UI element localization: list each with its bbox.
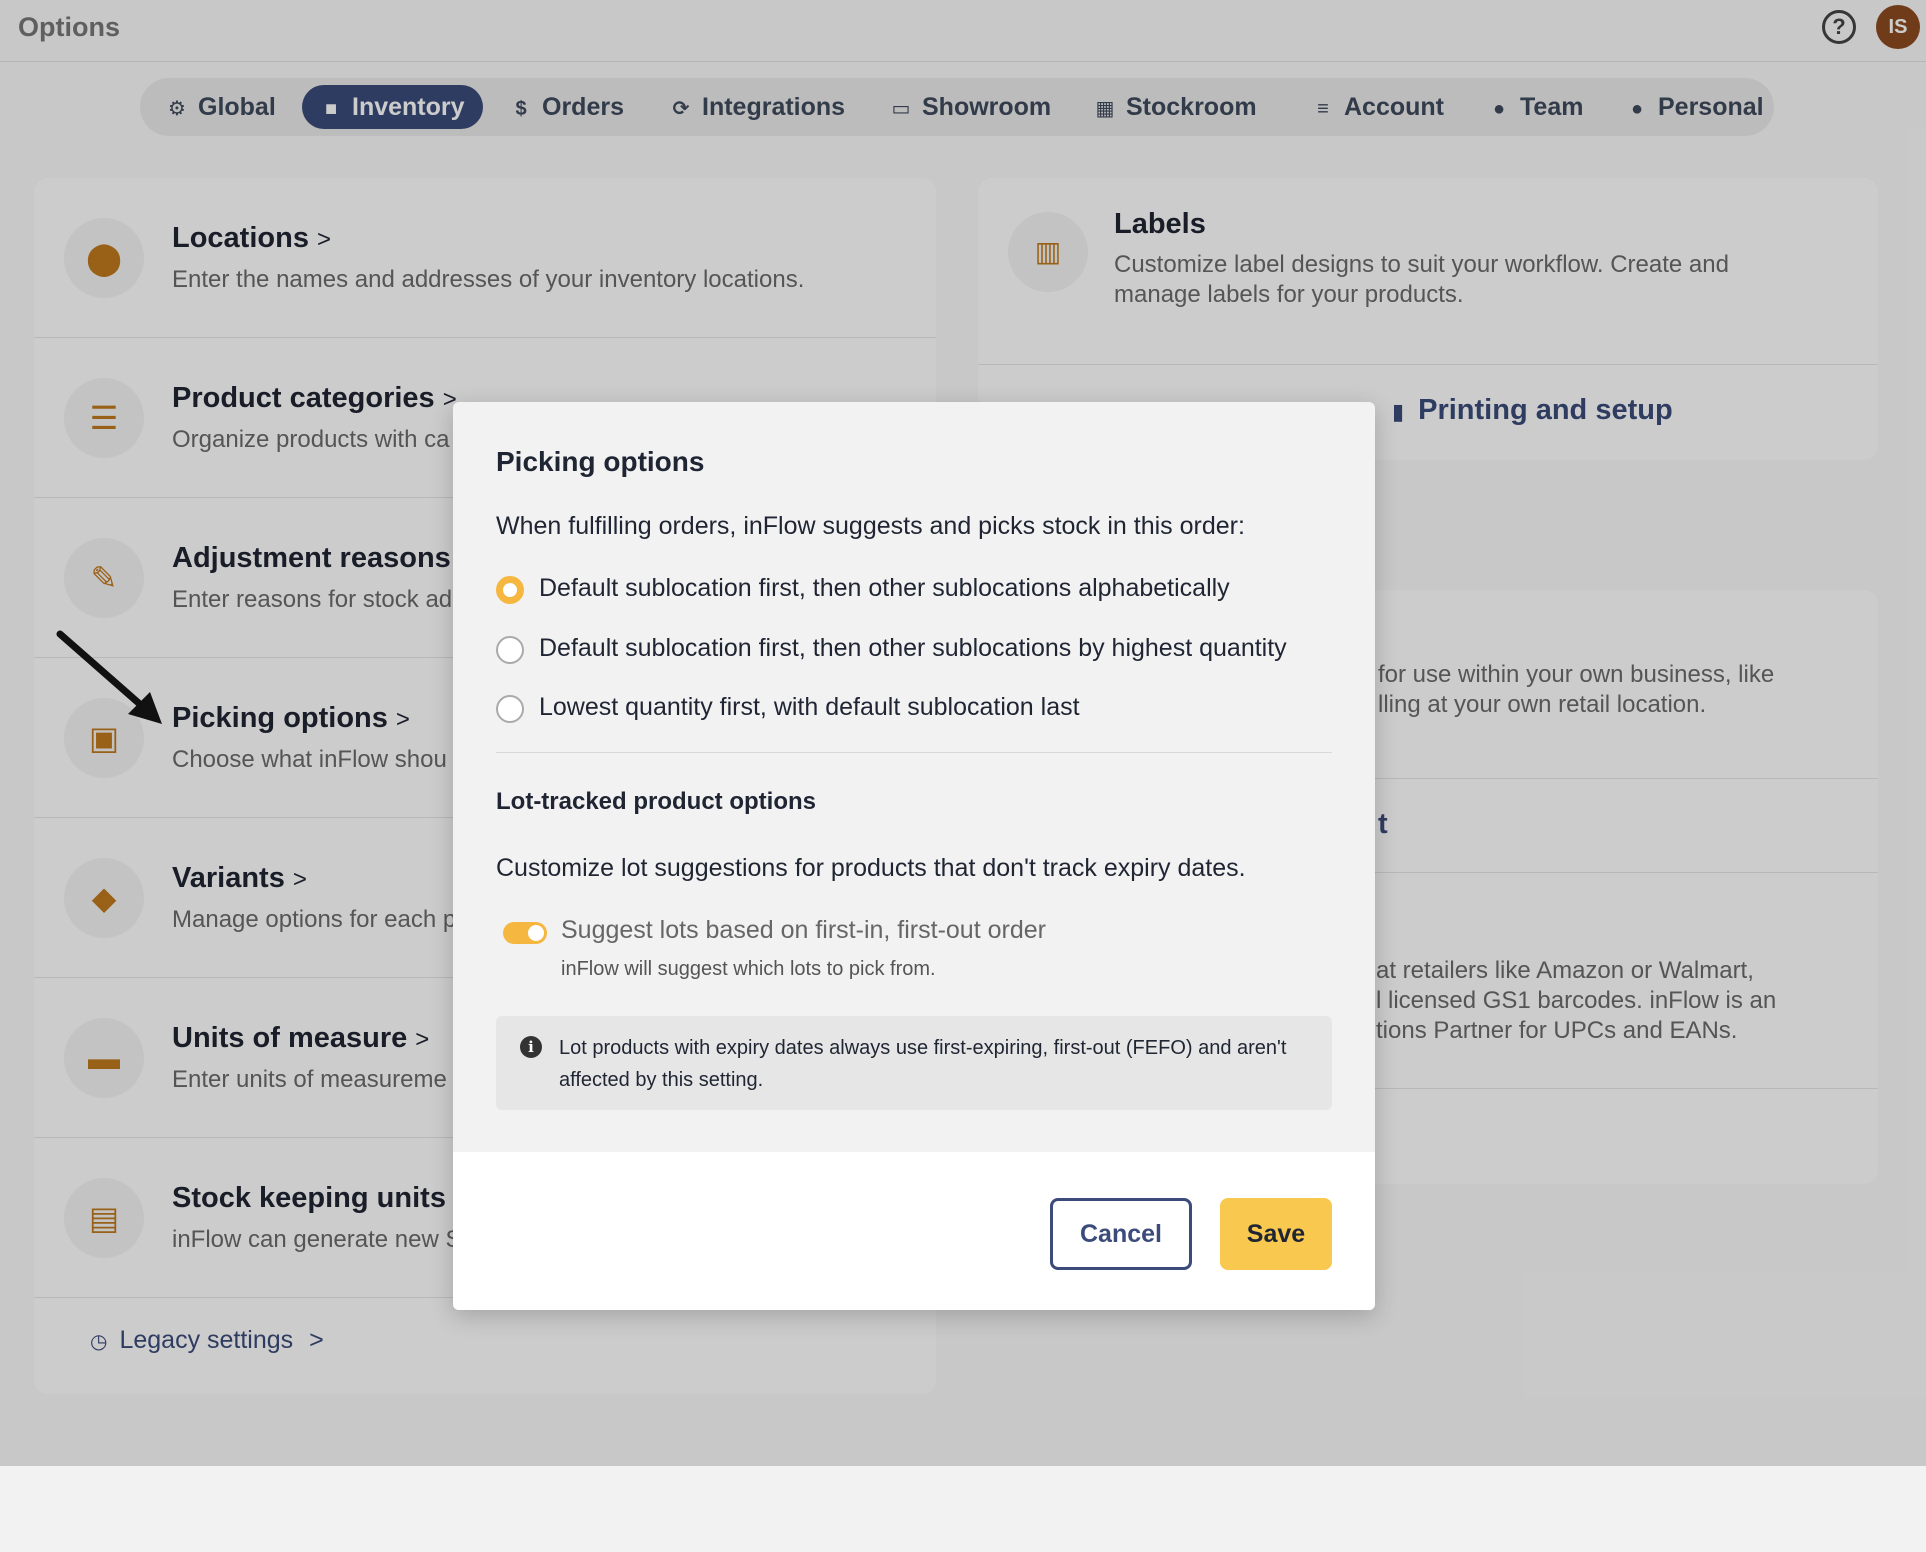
lot-options-desc: Customize lot suggestions for products t… xyxy=(496,854,1246,882)
info-icon: i xyxy=(520,1036,542,1058)
arrow-annotation-icon xyxy=(56,630,162,724)
save-button[interactable]: Save xyxy=(1220,1198,1332,1270)
radio-label: Lowest quantity first, with default subl… xyxy=(539,693,1080,721)
divider xyxy=(496,752,1332,753)
radio-button[interactable] xyxy=(496,636,524,664)
picking-options-dialog: Picking options When fulfilling orders, … xyxy=(453,402,1375,1310)
info-text: Lot products with expiry dates always us… xyxy=(559,1037,1287,1091)
fifo-toggle-label: Suggest lots based on first-in, first-ou… xyxy=(561,916,1046,944)
dialog-footer: Cancel Save xyxy=(453,1152,1375,1310)
fifo-toggle[interactable] xyxy=(503,922,547,944)
lot-options-title: Lot-tracked product options xyxy=(496,788,816,815)
toggle-knob xyxy=(528,925,544,941)
fifo-toggle-help: inFlow will suggest which lots to pick f… xyxy=(561,958,936,980)
radio-label: Default sublocation first, then other su… xyxy=(539,634,1287,662)
radio-button[interactable] xyxy=(496,695,524,723)
radio-button-selected[interactable] xyxy=(496,576,524,604)
cancel-button[interactable]: Cancel xyxy=(1050,1198,1192,1270)
dialog-title: Picking options xyxy=(496,446,705,477)
radio-label: Default sublocation first, then other su… xyxy=(539,574,1230,602)
dialog-intro: When fulfilling orders, inFlow suggests … xyxy=(496,512,1245,540)
fefo-info-box: i Lot products with expiry dates always … xyxy=(496,1016,1332,1110)
dialog-body: Picking options When fulfilling orders, … xyxy=(453,402,1375,1152)
